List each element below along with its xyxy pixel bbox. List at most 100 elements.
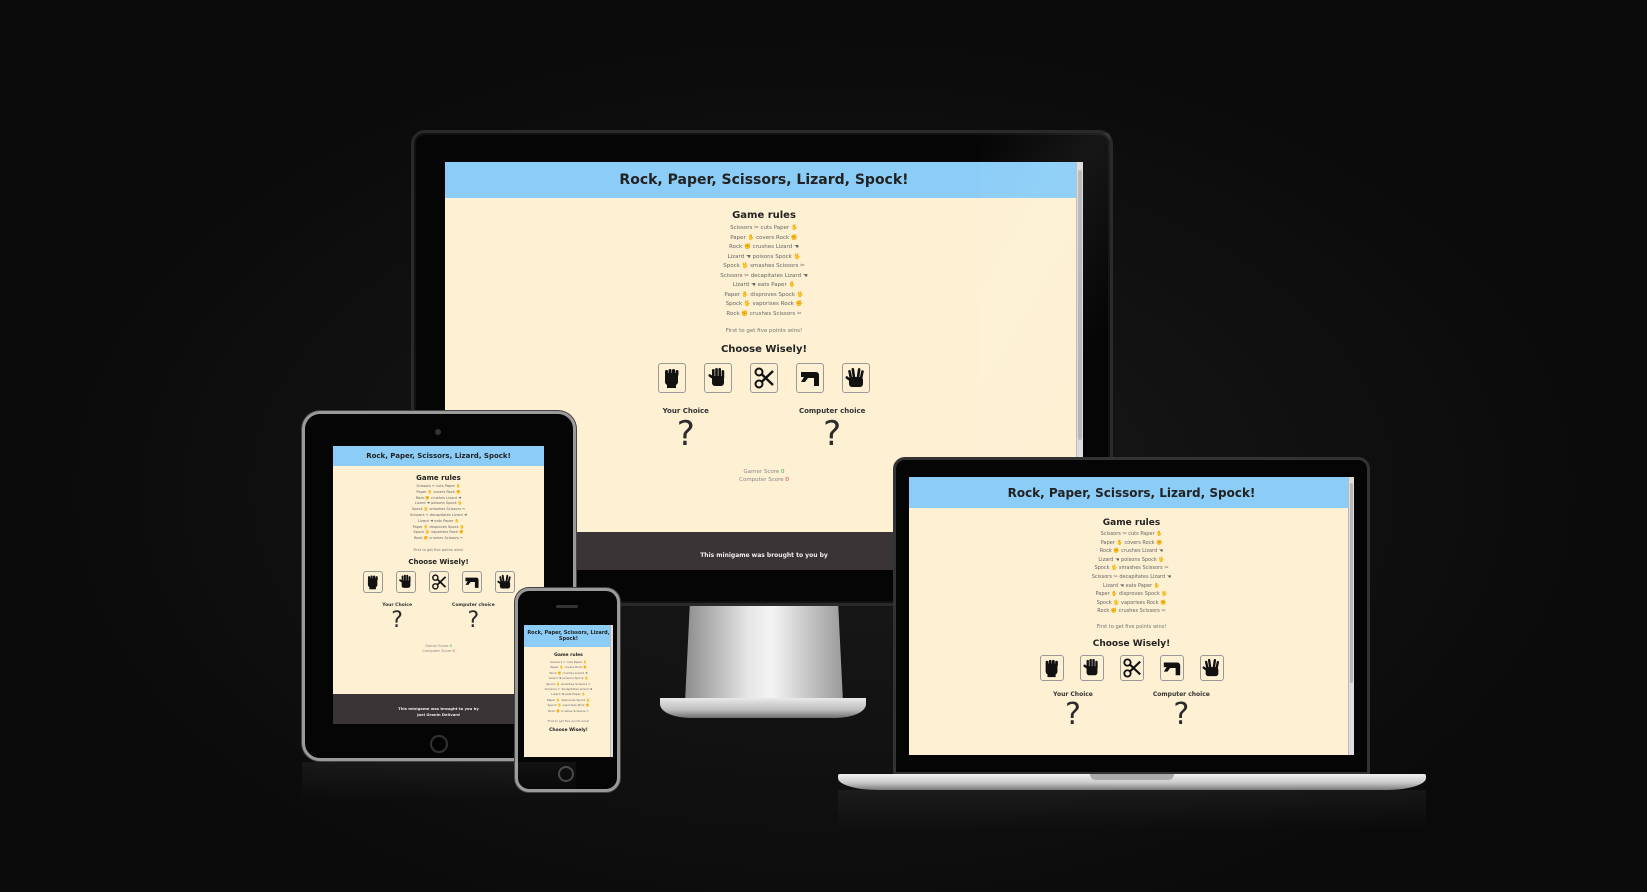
choice-buttons [362,570,515,593]
choice-buttons [658,363,870,393]
footer-text: This minigame was brought to you by [700,552,828,559]
rule-item: Rock ✊ crushes Scissors ✂ [726,310,802,317]
mockup-stage: Rock, Paper, Scissors, Lizard, Spock! Ga… [0,0,1647,892]
rule-item: Rock ✊ crushes Lizard ☚ [1099,548,1164,555]
computer-choice: Computer choice ? [1153,691,1210,730]
site-header: Rock, Paper, Scissors, Lizard, Spock! [445,162,1083,198]
rule-item: Scissors ✂ cuts Paper ✋ [416,484,461,488]
scissors-icon [754,367,774,389]
rule-item: Scissors ✂ decapitates Lizard ☚ [720,272,808,279]
choices-row: Your Choice ? Computer choice ? [663,407,866,451]
scrollbar[interactable] [1348,477,1354,755]
tablet-screen: Rock, Paper, Scissors, Lizard, Spock! Ga… [333,446,544,724]
spock-icon [496,574,511,589]
imac-stand-neck [685,606,843,702]
lizard-button[interactable] [796,363,824,393]
rules-list: Scissors ✂ cuts Paper ✋ Paper ✋ covers R… [545,660,593,714]
rock-button[interactable] [1039,654,1064,681]
spock-button[interactable] [1199,654,1224,681]
scissors-button[interactable] [1119,654,1144,681]
footer-author: Joel Granin Dellvard [417,712,460,717]
site-body: Game rules Scissors ✂ cuts Paper ✋ Paper… [524,647,613,733]
rock-button[interactable] [362,570,383,593]
win-note: First to get five points wins! [547,719,590,724]
site-title: Rock, Paper, Scissors, Lizard, Spock! [619,172,909,188]
site-title: Rock, Paper, Scissors, Lizard, Spock! [1007,485,1256,500]
rule-item: Spock 🖖 vaporises Rock ✊ [725,301,803,307]
rules-list: Scissors ✂ cuts Paper ✋ Paper ✋ covers R… [1092,530,1172,616]
lizard-icon [801,372,819,386]
rules-list: Scissors ✂ cuts Paper ✋ Paper ✋ covers R… [410,484,467,542]
rule-item: Lizard ☚ poisons Spock 🖖 [1098,556,1165,563]
rules-heading: Game rules [1102,518,1161,528]
choose-heading: Choose Wisely! [408,557,469,566]
rule-item: Scissors ✂ decapitates Lizard ☚ [409,512,468,517]
rule-item: Lizard ☚ eats Paper ✋ [418,518,459,523]
your-choice-value: ? [1065,696,1081,732]
computer-score: Computer Score 0 [739,477,789,483]
paper-button[interactable] [704,363,732,393]
spock-icon [845,367,864,387]
rule-item: Rock ✊ crushes Lizard ☚ [729,244,799,250]
rule-item: Paper ✋ covers Rock ✊ [416,489,461,494]
gamer-score-value: 0 [781,469,785,475]
rule-item: Rock ✊ crushes Scissors ✂ [1097,608,1166,615]
paper-icon [708,368,725,386]
scissors-icon [431,574,446,590]
rule-item: Lizard ☚ poisons Spock 🖖 [727,253,801,260]
paper-button[interactable] [395,570,416,593]
computer-score-label: Computer Score [739,477,784,483]
rule-item: Scissors ✂ decapitates Lizard ☚ [1091,573,1172,580]
rule-item: Paper ✋ disproves Spock 🖖 [724,291,804,298]
rock-button[interactable] [658,363,686,393]
laptop-notch [1090,774,1174,780]
scissors-button[interactable] [428,570,449,593]
computer-choice-value: ? [823,414,842,454]
computer-choice-value: ? [1173,696,1190,732]
computer-score-value: 0 [785,477,789,483]
tablet-home-button [430,735,448,753]
site-title: Rock, Paper, Scissors, Lizard, Spock! [527,630,610,642]
rock-icon [1045,659,1058,678]
floor-reflection [302,762,576,802]
your-choice: Your Choice ? [1053,691,1093,730]
rule-item: Lizard ☚ eats Paper ✋ [1103,582,1160,589]
spock-button[interactable] [842,363,870,393]
lizard-icon [464,577,479,588]
paper-button[interactable] [1079,654,1104,681]
scrollbar-thumb[interactable] [1350,483,1353,683]
rule-item: Paper ✋ disproves Spock 🖖 [1095,591,1168,598]
gamer-score: Gamer Score 0 [743,469,784,475]
rule-item: Rock ✊ crushes Scissors ✂ [547,708,590,713]
rules-heading: Game rules [554,653,583,658]
laptop-screen: Rock, Paper, Scissors, Lizard, Spock! Ga… [909,477,1354,755]
imac-stand-base [660,698,866,718]
lizard-button[interactable] [1159,654,1184,681]
rule-item: Spock 🖖 smashes Scissors ✂ [1094,565,1169,572]
phone-screen: Rock, Paper, Scissors, Lizard, Spock! Ga… [524,625,613,757]
site-header: Rock, Paper, Scissors, Lizard, Spock! [333,446,544,466]
lizard-button[interactable] [461,570,482,593]
choose-heading: Choose Wisely! [720,344,808,355]
paper-icon [398,574,411,588]
spock-icon [1201,658,1219,677]
scissors-button[interactable] [750,363,778,393]
computer-choice: Computer choice ? [452,603,495,632]
rule-item: Rock ✊ crushes Scissors ✂ [413,536,464,541]
scrollbar[interactable] [610,625,613,757]
gamer-score-value: 0 [449,643,452,648]
rule-item: Spock 🖖 vaporises Rock ✊ [547,703,590,708]
rule-item: Scissors ✂ cuts Paper ✋ [1100,531,1163,537]
site-header: Rock, Paper, Scissors, Lizard, Spock! [524,625,613,647]
gamer-score: Gamer Score 0 [425,644,452,648]
rules-list: Scissors ✂ cuts Paper ✋ Paper ✋ covers R… [720,224,808,319]
win-note: First to get five points wins! [413,547,464,552]
spock-button[interactable] [494,570,515,593]
rule-item: Spock 🖖 vaporises Rock ✊ [1096,599,1167,606]
phone-speaker [556,605,578,608]
floor-reflection [838,790,1426,830]
scrollbar-thumb[interactable] [1078,170,1082,440]
choose-heading: Choose Wisely! [1092,638,1171,649]
computer-choice-value: ? [467,607,480,633]
your-choice: Your Choice ? [382,603,412,632]
